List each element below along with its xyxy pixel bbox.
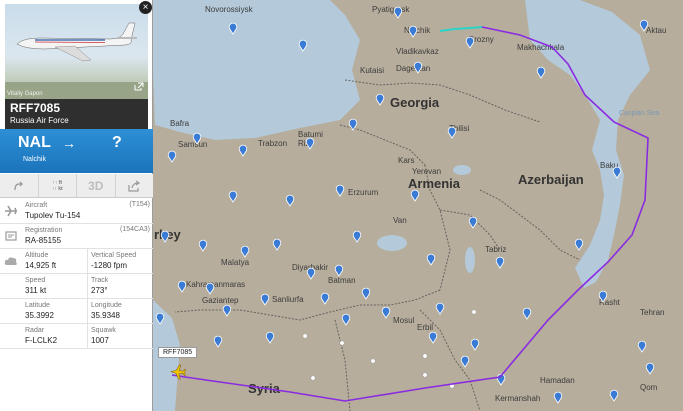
- small-airfield-icon[interactable]: [422, 372, 428, 378]
- place-label-tehran: Tehran: [640, 308, 664, 317]
- small-airfield-icon[interactable]: [422, 353, 428, 359]
- vspeed-label: Vertical Speed: [91, 252, 137, 259]
- route-bar: NAL → ? Nalchik: [0, 129, 153, 173]
- place-label-malatya: Malatya: [221, 258, 250, 267]
- tu154-illustration: [16, 22, 137, 62]
- small-airfield-icon[interactable]: [370, 358, 376, 364]
- place-label-sanliurfa: Sanliurfa: [272, 295, 304, 304]
- close-icon[interactable]: ×: [139, 1, 152, 14]
- cloud-icon: [4, 257, 17, 265]
- panel-toolbar: ↑↑ ft ↑↑ kt 3D: [0, 174, 153, 198]
- altitude-value: 14,925 ft: [25, 261, 57, 270]
- 3d-view-button[interactable]: 3D: [77, 174, 116, 197]
- place-label-aktau: Aktau: [646, 26, 666, 35]
- route-icon: [14, 181, 23, 190]
- operator: Russia Air Force: [10, 116, 69, 125]
- country-label-azerbaijan: Azerbaijan: [518, 172, 584, 187]
- registration-code: (154CA3): [120, 226, 150, 233]
- route-button[interactable]: [0, 174, 39, 197]
- latitude-value: 35.3992: [25, 311, 54, 320]
- place-label-van: Van: [393, 216, 407, 225]
- place-label-nalchik: Nalchik: [404, 26, 431, 35]
- place-label-pyatigorsk: Pyatigorsk: [372, 5, 410, 14]
- airplane-icon: [5, 205, 17, 217]
- position-row: Latitude 35.3992 Longitude 35.9348: [0, 299, 153, 324]
- aircraft-value: Tupolev Tu-154: [25, 211, 81, 220]
- place-label-bafra: Bafra: [170, 119, 190, 128]
- altitude-row: Altitude 14,925 ft Vertical Speed -1280 …: [0, 249, 153, 274]
- place-label-trabzon: Trabzon: [258, 139, 287, 148]
- track-label: Track: [91, 277, 109, 284]
- place-label-qom: Qom: [640, 383, 658, 392]
- registration-icon: [5, 231, 17, 241]
- registration-row: Registration (154CA3) RA-85155: [0, 224, 153, 249]
- place-label-kermanshah: Kermanshah: [495, 394, 540, 403]
- origin-code[interactable]: NAL: [18, 134, 51, 152]
- place-label-kars: Kars: [398, 156, 414, 165]
- place-label-kutaisi: Kutaisi: [360, 66, 384, 75]
- place-label-erzurum: Erzurum: [348, 188, 379, 197]
- place-label-kahramanmaras: Kahramanmaras: [186, 280, 245, 289]
- squawk-label: Squawk: [91, 327, 116, 334]
- units-button[interactable]: ↑↑ ft ↑↑ kt: [39, 174, 77, 197]
- route-arrow-icon: →: [62, 135, 76, 151]
- altitude-label: Altitude: [25, 252, 49, 259]
- small-airfield-icon[interactable]: [310, 375, 316, 381]
- place-label-hamadan: Hamadan: [540, 376, 575, 385]
- longitude-value: 35.9348: [91, 311, 120, 320]
- longitude-label: Longitude: [91, 302, 122, 309]
- destination-code[interactable]: ?: [112, 134, 122, 152]
- sea-label-caspian: Caspian Sea: [619, 110, 659, 117]
- flight-header: RFF7085 Russia Air Force: [5, 99, 148, 129]
- photo-credit: Vitaliy Gapon: [7, 91, 43, 97]
- vspeed-value: -1280 fpm: [91, 261, 128, 270]
- country-label-armenia: Armenia: [408, 176, 461, 191]
- small-airfield-icon[interactable]: [302, 333, 308, 339]
- aircraft-photo[interactable]: Vitaliy Gapon: [5, 4, 148, 99]
- origin-name: Nalchik: [23, 156, 46, 163]
- track-value: 273°: [91, 286, 108, 295]
- units-label-top: ↑↑ ft: [52, 179, 63, 186]
- registration-value: RA-85155: [25, 236, 62, 245]
- place-label-tabriz: Tabriz: [485, 245, 506, 254]
- place-label-gaziantep: Gaziantep: [202, 296, 239, 305]
- place-label-mosul: Mosul: [393, 316, 415, 325]
- speed-row: Speed 311 kt Track 273°: [0, 274, 153, 299]
- small-airfield-icon[interactable]: [339, 340, 345, 346]
- aircraft-code: (T154): [129, 201, 150, 208]
- latitude-label: Latitude: [25, 302, 50, 309]
- squawk-value: 1007: [91, 336, 109, 345]
- aircraft-row: Aircraft (T154) Tupolev Tu-154: [0, 199, 153, 224]
- flight-info-panel: Vitaliy Gapon × RFF7085 Russia Air Force…: [0, 0, 153, 411]
- flight-details: Aircraft (T154) Tupolev Tu-154 Registrat…: [0, 199, 153, 349]
- place-label-erbil: Erbil: [417, 323, 433, 332]
- country-label-georgia: Georgia: [390, 95, 440, 110]
- share-icon: [128, 180, 140, 192]
- small-airfield-icon[interactable]: [471, 309, 477, 315]
- place-label-dagestan: Dagestan: [396, 64, 430, 73]
- flight-tag[interactable]: RFF7085: [158, 347, 198, 358]
- share-button[interactable]: [116, 174, 154, 197]
- place-label-vladikavkaz: Vladikavkaz: [396, 47, 439, 56]
- speed-value: 311 kt: [25, 286, 47, 295]
- place-label-makhachkala: Makhachkala: [517, 43, 565, 52]
- place-label-batman: Batman: [328, 276, 356, 285]
- units-label-bottom: ↑↑ kt: [51, 185, 63, 192]
- radar-label: Radar: [25, 327, 45, 334]
- external-link-icon[interactable]: [134, 78, 144, 96]
- place-label-yerevan: Yerevan: [412, 167, 441, 176]
- radar-value: F-LCLK2: [25, 336, 58, 345]
- place-label-samsun: Samsun: [178, 140, 207, 149]
- radar-row: Radar F-LCLK2 Squawk 1007: [0, 324, 153, 349]
- speed-label: Speed: [25, 277, 46, 284]
- callsign: RFF7085: [10, 101, 61, 115]
- place-label-novorossiysk: Novorossiysk: [205, 5, 254, 14]
